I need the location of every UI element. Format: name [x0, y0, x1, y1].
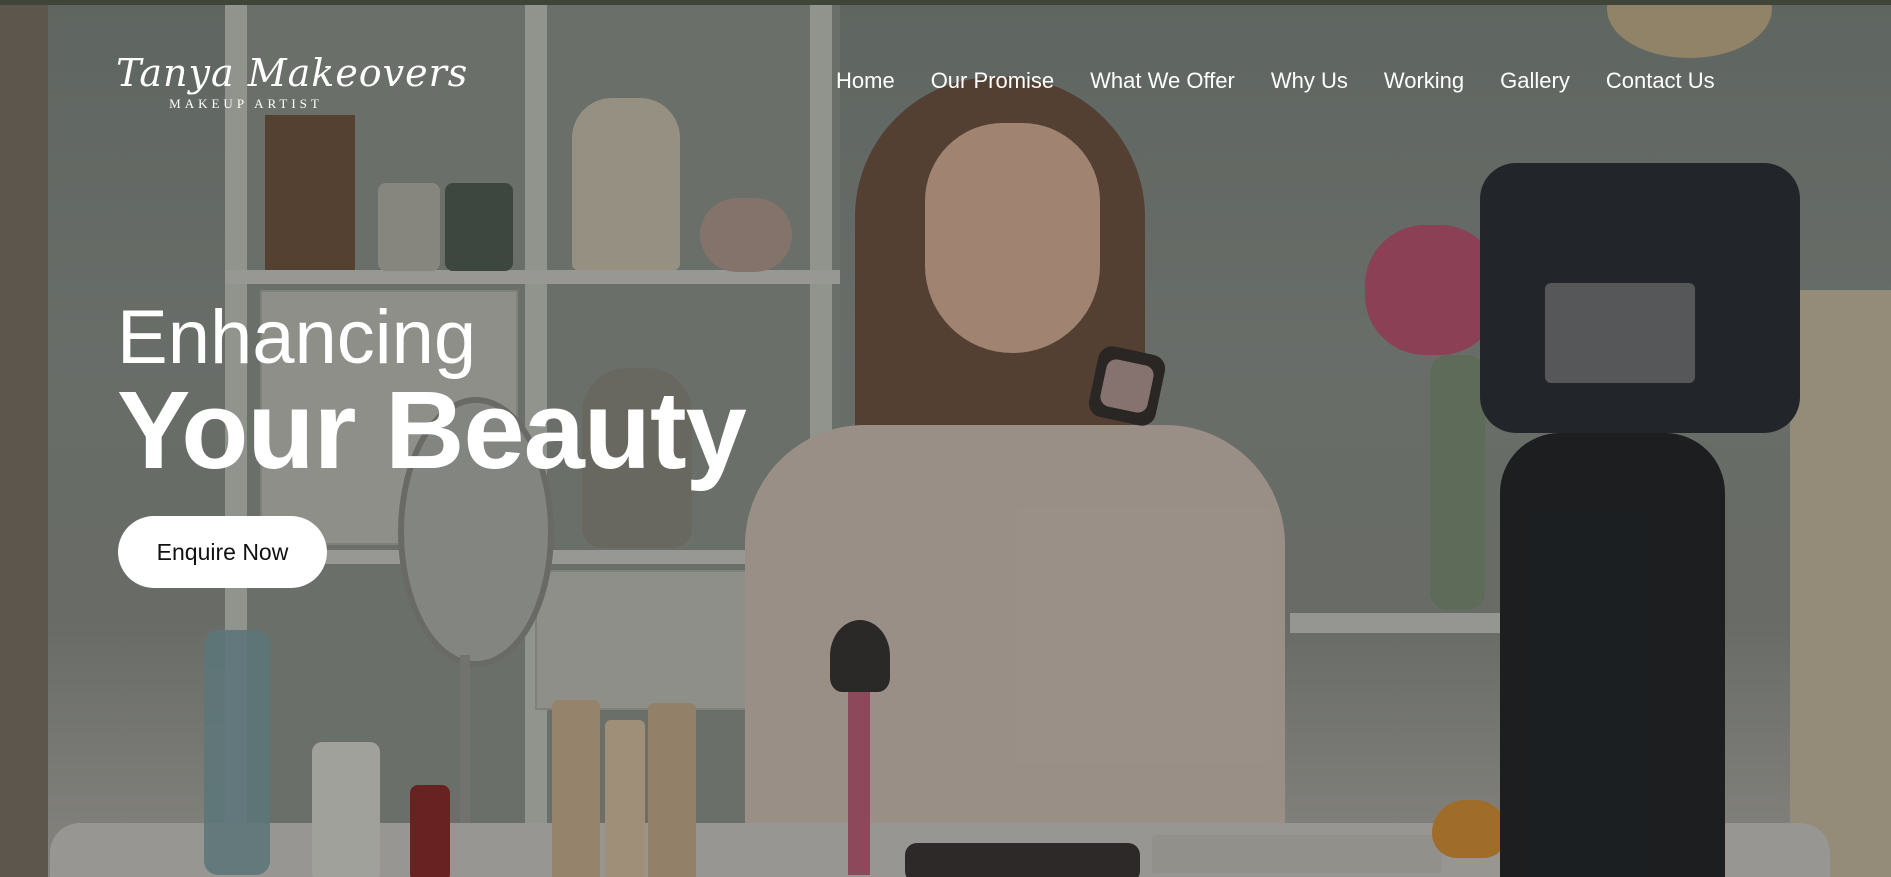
nav-item-contact-us[interactable]: Contact Us: [1606, 67, 1715, 95]
hero-headline-line1: Enhancing: [117, 295, 477, 380]
hero-headline: Enhancing Your Beauty: [117, 295, 747, 492]
nav-item-what-we-offer[interactable]: What We Offer: [1090, 67, 1235, 95]
hero-headline-line2: Your Beauty: [117, 369, 747, 492]
brand-logo-tagline: MAKEUP ARTIST: [169, 96, 323, 111]
brand-logo-name: Tanya Makeovers: [116, 51, 469, 95]
nav-item-home[interactable]: Home: [836, 67, 895, 95]
nav-item-our-promise[interactable]: Our Promise: [931, 67, 1054, 95]
nav-item-why-us[interactable]: Why Us: [1271, 67, 1348, 95]
nav-item-working[interactable]: Working: [1384, 67, 1464, 95]
enquire-now-button[interactable]: Enquire Now: [118, 516, 327, 588]
brand-logo[interactable]: Tanya Makeovers MAKEUP ARTIST: [116, 51, 469, 128]
nav-item-gallery[interactable]: Gallery: [1500, 67, 1570, 95]
main-navigation: Home Our Promise What We Offer Why Us Wo…: [836, 67, 1715, 95]
